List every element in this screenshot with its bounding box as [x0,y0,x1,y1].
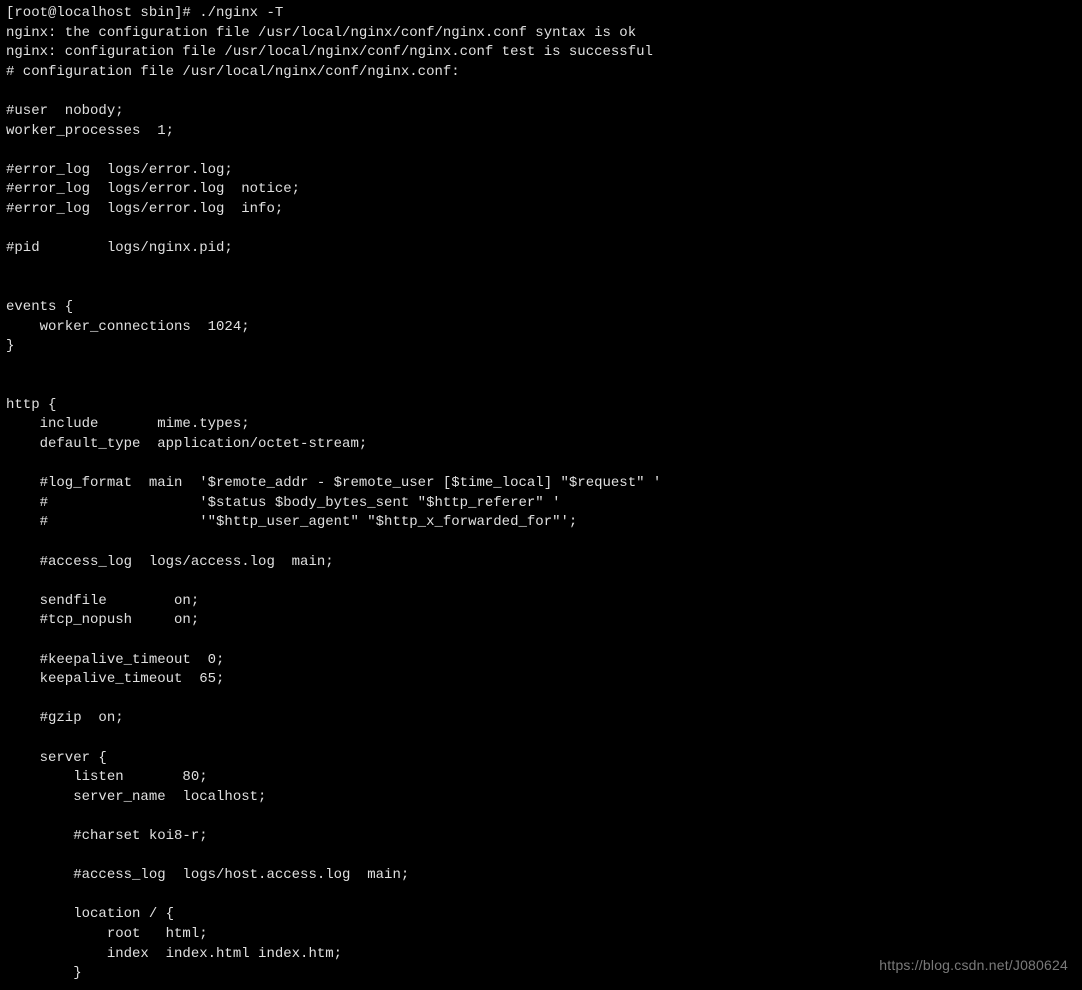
terminal-line: nginx: the configuration file /usr/local… [6,24,1076,44]
terminal-line: #access_log logs/access.log main; [6,553,1076,573]
terminal-line [6,690,1076,710]
terminal-line [6,533,1076,553]
terminal-line [6,357,1076,377]
terminal-line [6,886,1076,906]
terminal-line: #error_log logs/error.log; [6,161,1076,181]
terminal-line [6,141,1076,161]
terminal-line: server { [6,749,1076,769]
terminal-line: #gzip on; [6,709,1076,729]
terminal-line: worker_connections 1024; [6,318,1076,338]
terminal-line: include mime.types; [6,415,1076,435]
terminal-line [6,984,1076,990]
terminal-line: #tcp_nopush on; [6,611,1076,631]
terminal-line [6,455,1076,475]
terminal-line [6,631,1076,651]
terminal-line: #log_format main '$remote_addr - $remote… [6,474,1076,494]
terminal-line: listen 80; [6,768,1076,788]
terminal-line: location / { [6,905,1076,925]
terminal-line: # '"$http_user_agent" "$http_x_forwarded… [6,513,1076,533]
terminal-line: http { [6,396,1076,416]
terminal-line: nginx: configuration file /usr/local/ngi… [6,43,1076,63]
terminal-line: server_name localhost; [6,788,1076,808]
watermark-text: https://blog.csdn.net/J080624 [879,956,1068,976]
terminal-line: [root@localhost sbin]# ./nginx -T [6,4,1076,24]
terminal-line [6,259,1076,279]
terminal-line [6,278,1076,298]
terminal-line: #access_log logs/host.access.log main; [6,866,1076,886]
terminal-line [6,220,1076,240]
terminal-line [6,572,1076,592]
terminal-line: keepalive_timeout 65; [6,670,1076,690]
terminal-line [6,807,1076,827]
terminal-line: #charset koi8-r; [6,827,1076,847]
terminal-line [6,82,1076,102]
terminal-line [6,847,1076,867]
terminal-line: root html; [6,925,1076,945]
terminal-line: events { [6,298,1076,318]
terminal-line: #error_log logs/error.log info; [6,200,1076,220]
terminal-line: worker_processes 1; [6,122,1076,142]
terminal-line: #pid logs/nginx.pid; [6,239,1076,259]
terminal-line: default_type application/octet-stream; [6,435,1076,455]
terminal-output[interactable]: [root@localhost sbin]# ./nginx -Tnginx: … [0,0,1082,990]
terminal-line: #keepalive_timeout 0; [6,651,1076,671]
terminal-line: #error_log logs/error.log notice; [6,180,1076,200]
terminal-line [6,376,1076,396]
terminal-line: # configuration file /usr/local/nginx/co… [6,63,1076,83]
terminal-line: } [6,337,1076,357]
terminal-line [6,729,1076,749]
terminal-line: sendfile on; [6,592,1076,612]
terminal-line: #user nobody; [6,102,1076,122]
terminal-line: # '$status $body_bytes_sent "$http_refer… [6,494,1076,514]
